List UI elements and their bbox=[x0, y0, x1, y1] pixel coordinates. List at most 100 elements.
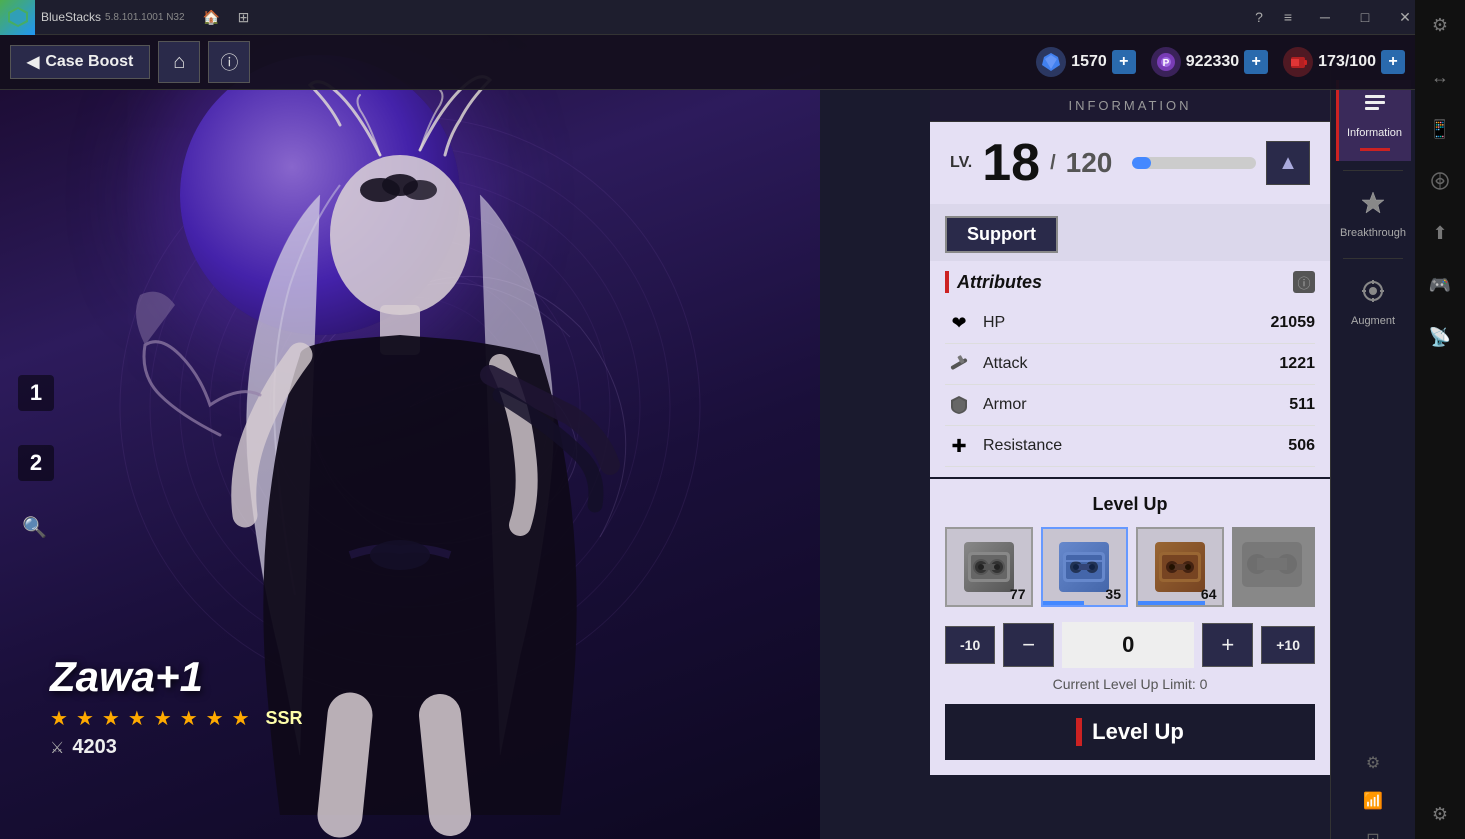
resistance-label: Resistance bbox=[983, 437, 1062, 455]
home-titlebar-icon[interactable]: 🏠 bbox=[200, 5, 224, 29]
points-icon: P bbox=[1151, 47, 1181, 77]
zoom-icon[interactable]: 🔍 bbox=[22, 515, 47, 540]
attributes-title-bar: Attributes bbox=[945, 271, 1042, 293]
qty-plus10-button[interactable]: +10 bbox=[1261, 626, 1315, 664]
bs-icon-2[interactable]: ↔ bbox=[1415, 52, 1465, 102]
energy-add-button[interactable]: + bbox=[1381, 50, 1405, 74]
bs-icon-8[interactable]: ⚙ bbox=[1415, 789, 1465, 839]
augment-tab-icon bbox=[1360, 278, 1386, 310]
attributes-info-icon[interactable]: ⓘ bbox=[1293, 271, 1315, 293]
sidebar-tab-breakthrough[interactable]: Breakthrough bbox=[1336, 180, 1411, 249]
home-button[interactable]: ⌂ bbox=[158, 41, 200, 83]
levelup-btn-label: Level Up bbox=[1092, 719, 1184, 745]
material-card-1[interactable]: 77 bbox=[945, 527, 1033, 607]
titlebar: BlueStacks 5.8.101.1001 N32 🏠 ⊞ ? ≡ ─ □ … bbox=[0, 0, 1465, 35]
help-icon[interactable]: ? bbox=[1247, 5, 1271, 29]
hp-value: 21059 bbox=[1271, 314, 1316, 332]
breakthrough-tab-label: Breakthrough bbox=[1340, 227, 1406, 239]
qty-minus-button[interactable]: − bbox=[1003, 623, 1054, 667]
star-5: ★ bbox=[154, 706, 172, 731]
hp-label: HP bbox=[983, 314, 1005, 332]
augment-tab-label: Augment bbox=[1351, 315, 1395, 327]
character-name: Zawa+1 bbox=[50, 653, 303, 701]
qty-plus-button[interactable]: + bbox=[1202, 623, 1253, 667]
qty-minus10-button[interactable]: -10 bbox=[945, 626, 995, 664]
energy-currency: 173/100 + bbox=[1283, 47, 1405, 77]
minimize-button[interactable]: ─ bbox=[1305, 0, 1345, 35]
levelup-title: Level Up bbox=[945, 494, 1315, 515]
sidebar-utility-icon-2[interactable]: 📶 bbox=[1358, 786, 1388, 816]
points-value: 922330 bbox=[1186, 53, 1239, 71]
resistance-value: 506 bbox=[1288, 437, 1315, 455]
attr-armor-left: Armor bbox=[945, 391, 1027, 419]
level-up-arrow-button[interactable]: ▲ bbox=[1266, 141, 1310, 185]
bs-icon-7[interactable]: 📡 bbox=[1415, 312, 1465, 362]
levelup-button[interactable]: Level Up bbox=[945, 704, 1315, 760]
background-art: 1 2 🔍 Zawa+1 ★ ★ ★ ★ ★ ★ ★ ★ SSR ⚔ 4203 bbox=[0, 35, 820, 839]
sidebar-utility-icon-3[interactable]: ⊡ bbox=[1358, 824, 1388, 839]
levelup-btn-bar bbox=[1076, 718, 1082, 746]
attr-attack-left: Attack bbox=[945, 350, 1027, 378]
star-8: ★ bbox=[232, 706, 250, 731]
sidebar-tab-augment[interactable]: Augment bbox=[1336, 268, 1411, 337]
resistance-icon: ✚ bbox=[945, 432, 973, 460]
attack-label: Attack bbox=[983, 355, 1027, 373]
bs-icon-4[interactable] bbox=[1415, 156, 1465, 206]
star-2: ★ bbox=[76, 706, 94, 731]
position-1-badge: 1 bbox=[18, 375, 54, 411]
sidebar-divider-2 bbox=[1343, 258, 1403, 259]
back-button[interactable]: ◀ Case Boost bbox=[10, 45, 150, 79]
support-tag: Support bbox=[945, 216, 1058, 253]
points-add-button[interactable]: + bbox=[1244, 50, 1268, 74]
attr-resistance-left: ✚ Resistance bbox=[945, 432, 1062, 460]
level-bar-container bbox=[1132, 157, 1256, 169]
material-img-1 bbox=[964, 542, 1014, 592]
material-2-bar bbox=[1043, 601, 1085, 605]
attributes-section: Attributes ⓘ ❤ HP 21059 bbox=[930, 261, 1330, 477]
materials-row: 77 bbox=[945, 527, 1315, 607]
star-3: ★ bbox=[102, 706, 120, 731]
material-card-2[interactable]: 35 bbox=[1041, 527, 1129, 607]
qty-display: 0 bbox=[1062, 622, 1194, 668]
menu-icon[interactable]: ≡ bbox=[1276, 5, 1300, 29]
information-tab-icon bbox=[1362, 90, 1388, 122]
attr-hp-left: ❤ HP bbox=[945, 309, 1005, 337]
app-version: 5.8.101.1001 N32 bbox=[105, 12, 185, 23]
info-button[interactable]: ⓘ bbox=[208, 41, 250, 83]
game-area: 1 2 🔍 Zawa+1 ★ ★ ★ ★ ★ ★ ★ ★ SSR ⚔ 4203 bbox=[0, 35, 1415, 839]
level-section: LV. 18 / 120 ▲ bbox=[930, 122, 1330, 204]
bs-icon-3[interactable]: 📱 bbox=[1415, 104, 1465, 154]
sidebar-utility-icon-1[interactable]: ⚙ bbox=[1358, 748, 1388, 778]
bs-icon-5[interactable]: ⬆ bbox=[1415, 208, 1465, 258]
back-arrow: ◀ bbox=[27, 52, 39, 72]
home-symbol: ⌂ bbox=[173, 51, 185, 74]
levelup-limit: Current Level Up Limit: 0 bbox=[945, 676, 1315, 692]
attribute-armor: Armor 511 bbox=[945, 385, 1315, 426]
app-name: BlueStacks bbox=[41, 10, 101, 24]
character-power-row: ⚔ 4203 bbox=[50, 736, 303, 759]
bs-icon-6[interactable]: 🎮 bbox=[1415, 260, 1465, 310]
attack-icon bbox=[945, 350, 973, 378]
right-sidebar: Information Breakthrough bbox=[1330, 70, 1415, 839]
sidebar-utility-icons: ⚙ 📶 ⊡ bbox=[1358, 748, 1388, 839]
character-label: Zawa+1 ★ ★ ★ ★ ★ ★ ★ ★ SSR ⚔ 4203 bbox=[50, 653, 303, 759]
star-4: ★ bbox=[128, 706, 146, 731]
quantity-controls: -10 − 0 + +10 bbox=[945, 622, 1315, 668]
sword-icon: ⚔ bbox=[50, 738, 64, 758]
material-card-3[interactable]: 64 bbox=[1136, 527, 1224, 607]
sidebar-divider-1 bbox=[1343, 170, 1403, 171]
attributes-red-bar bbox=[945, 271, 949, 293]
character-stars-row: ★ ★ ★ ★ ★ ★ ★ ★ SSR bbox=[50, 706, 303, 731]
info-symbol: ⓘ bbox=[220, 49, 238, 75]
star-7: ★ bbox=[206, 706, 224, 731]
attack-value: 1221 bbox=[1279, 355, 1315, 373]
gems-add-button[interactable]: + bbox=[1112, 50, 1136, 74]
bs-icon-1[interactable]: ⚙ bbox=[1415, 0, 1465, 50]
material-2-count: 35 bbox=[1105, 586, 1121, 602]
tabs-titlebar-icon[interactable]: ⊞ bbox=[232, 5, 256, 29]
energy-value: 173/100 bbox=[1318, 53, 1376, 71]
bluestacks-sidebar: ⚙ ↔ 📱 ⬆ 🎮 📡 ⚙ bbox=[1415, 0, 1465, 839]
sidebar-tab-information[interactable]: Information bbox=[1336, 80, 1411, 161]
material-3-count: 64 bbox=[1201, 586, 1217, 602]
maximize-button[interactable]: □ bbox=[1345, 0, 1385, 35]
